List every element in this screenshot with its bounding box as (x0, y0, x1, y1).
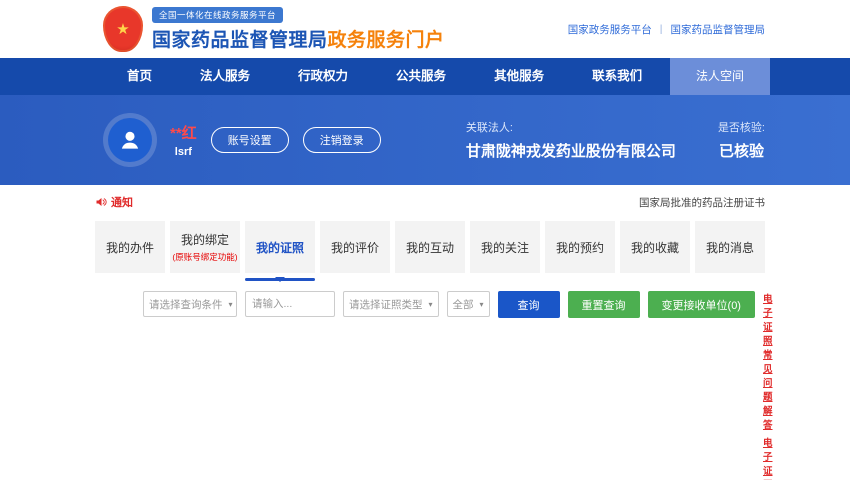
speaker-icon (95, 196, 107, 208)
certificate-type-value: 请选择证照类型 (349, 297, 423, 312)
tab-my-certificates[interactable]: 我的证照 (245, 221, 315, 273)
username: **红 (170, 122, 197, 143)
link-national-service-platform[interactable]: 国家政务服务平台 (568, 22, 652, 37)
notice-label: 通知 (111, 194, 133, 210)
tab-label: 我的关注 (481, 239, 529, 256)
link-nmpa[interactable]: 国家药品监督管理局 (671, 22, 766, 37)
tab-binding-subtitle: (原账号绑定功能) (172, 251, 237, 263)
nav-item-legal-space[interactable]: 法人空间 (670, 58, 770, 95)
notice-bar: 通知 国家局批准的药品注册证书 (95, 194, 765, 210)
account-settings-button[interactable]: 账号设置 (211, 127, 289, 153)
certificate-type-select[interactable]: 请选择证照类型 ▾ (343, 291, 439, 317)
person-icon (117, 127, 143, 153)
nav-item-admin-power[interactable]: 行政权力 (274, 58, 372, 95)
logout-button[interactable]: 注销登录 (303, 127, 381, 153)
tab-label: 我的消息 (706, 239, 754, 256)
certificate-filters: 请选择查询条件 ▾ 请选择证照类型 ▾ 全部 ▾ 查询 重置查询 变更接收单位(… (95, 291, 765, 480)
tab-label: 我的绑定 (181, 231, 229, 248)
platform-badge: 全国一体化在线政务服务平台 (152, 7, 283, 23)
site-title: 国家药品监督管理局政务服务门户 (152, 25, 445, 52)
national-emblem-icon: ★ (103, 6, 143, 52)
e-cert-faq-link[interactable]: 电子证照常见问题解答 (763, 291, 773, 431)
tab-my-interaction[interactable]: 我的互动 (395, 221, 465, 273)
notice-text[interactable]: 国家局批准的药品注册证书 (639, 195, 765, 210)
emblem-star-icon: ★ (116, 20, 129, 38)
keyword-input[interactable] (245, 291, 335, 317)
header-links: 国家政务服务平台 | 国家药品监督管理局 (568, 22, 765, 37)
verified-label: 是否核验: (718, 119, 765, 135)
tab-label: 我的互动 (406, 239, 454, 256)
verification-status: 是否核验: 已核验 (718, 119, 765, 161)
query-condition-select[interactable]: 请选择查询条件 ▾ (143, 291, 237, 317)
e-cert-contact-link[interactable]: 电子证照纠错联系方式 (763, 435, 773, 480)
tab-label: 我的办件 (106, 239, 154, 256)
link-separator: | (660, 23, 663, 35)
main-nav: 首页 法人服务 行政权力 公共服务 其他服务 联系我们 法人空间 (0, 58, 850, 95)
site-title-accent: 政务服务门户 (328, 30, 445, 51)
chevron-down-icon: ▾ (223, 300, 233, 309)
site-title-main: 国家药品监督管理局 (152, 30, 328, 51)
tab-my-binding[interactable]: 我的绑定 (原账号绑定功能) (170, 221, 240, 273)
nav-item-home[interactable]: 首页 (103, 58, 176, 95)
site-header: ★ 全国一体化在线政务服务平台 国家药品监督管理局政务服务门户 国家政务服务平台… (0, 0, 850, 58)
user-banner: **红 lsrf 账号设置 注销登录 关联法人: 甘肃陇神戎发药业股份有限公司 … (0, 95, 850, 185)
tab-my-evaluation[interactable]: 我的评价 (320, 221, 390, 273)
tab-my-matters[interactable]: 我的办件 (95, 221, 165, 273)
tab-my-messages[interactable]: 我的消息 (695, 221, 765, 273)
nav-item-public-services[interactable]: 公共服务 (372, 58, 470, 95)
tab-my-appointments[interactable]: 我的预约 (545, 221, 615, 273)
chevron-down-icon: ▾ (474, 300, 484, 309)
nav-item-legal-services[interactable]: 法人服务 (176, 58, 274, 95)
related-legal-label: 关联法人: (466, 119, 676, 135)
tab-label: 我的证照 (256, 239, 304, 256)
nav-item-contact[interactable]: 联系我们 (568, 58, 666, 95)
change-receiver-button[interactable]: 变更接收单位(0) (648, 291, 755, 318)
tab-my-follows[interactable]: 我的关注 (470, 221, 540, 273)
tab-my-favorites[interactable]: 我的收藏 (620, 221, 690, 273)
status-all-value: 全部 (453, 297, 474, 312)
user-avatar (103, 113, 157, 167)
verified-value: 已核验 (718, 140, 765, 161)
related-legal-value: 甘肃陇神戎发药业股份有限公司 (466, 140, 676, 161)
nav-item-other-services[interactable]: 其他服务 (470, 58, 568, 95)
site-logo: ★ 全国一体化在线政务服务平台 国家药品监督管理局政务服务门户 (103, 6, 445, 52)
search-button[interactable]: 查询 (498, 291, 560, 318)
tab-label: 我的评价 (331, 239, 379, 256)
reset-search-button[interactable]: 重置查询 (568, 291, 640, 318)
status-all-select[interactable]: 全部 ▾ (447, 291, 490, 317)
my-space-tabs: 我的办件 我的绑定 (原账号绑定功能) 我的证照 我的评价 我的互动 我的关注 … (95, 221, 765, 273)
tab-label: 我的收藏 (631, 239, 679, 256)
related-legal-entity: 关联法人: 甘肃陇神戎发药业股份有限公司 (466, 119, 676, 161)
username-sub: lsrf (170, 146, 197, 158)
chevron-down-icon: ▾ (423, 300, 433, 309)
tab-label: 我的预约 (556, 239, 604, 256)
query-condition-value: 请选择查询条件 (149, 297, 223, 312)
